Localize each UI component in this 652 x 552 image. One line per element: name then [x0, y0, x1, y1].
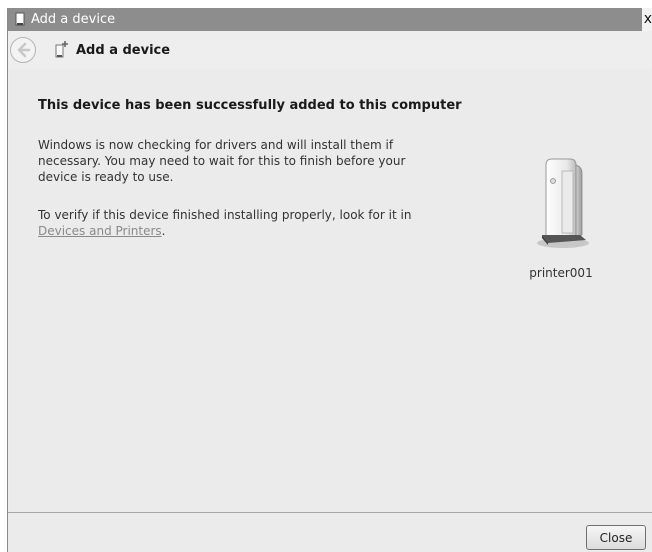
success-heading: This device has been successfully added … [38, 98, 462, 113]
footer-bar: Close [8, 512, 652, 552]
printer-device-icon [537, 158, 589, 248]
verify-text-suffix: . [161, 224, 166, 238]
device-icon [15, 12, 25, 26]
device-tile[interactable]: printer001 [526, 155, 596, 280]
close-button[interactable]: Close [586, 525, 646, 550]
navigation-bar: Add a device [8, 31, 652, 69]
driver-info-text: Windows is now checking for drivers and … [38, 138, 406, 184]
window-close-button[interactable]: x [642, 8, 652, 31]
page-title: Add a device [76, 43, 171, 58]
add-device-icon [55, 41, 68, 58]
verify-text-prefix: To verify if this device finished instal… [38, 208, 412, 222]
verify-info-text: To verify if this device finished instal… [38, 207, 438, 239]
add-device-window: Add a device x Add a device This device … [7, 8, 652, 552]
back-arrow-icon[interactable] [9, 36, 37, 64]
title-bar: Add a device x [8, 8, 652, 31]
device-label: printer001 [529, 266, 593, 280]
devices-and-printers-link[interactable]: Devices and Printers [38, 224, 162, 238]
main-content: This device has been successfully added … [9, 69, 651, 512]
window-title: Add a device [31, 12, 116, 27]
